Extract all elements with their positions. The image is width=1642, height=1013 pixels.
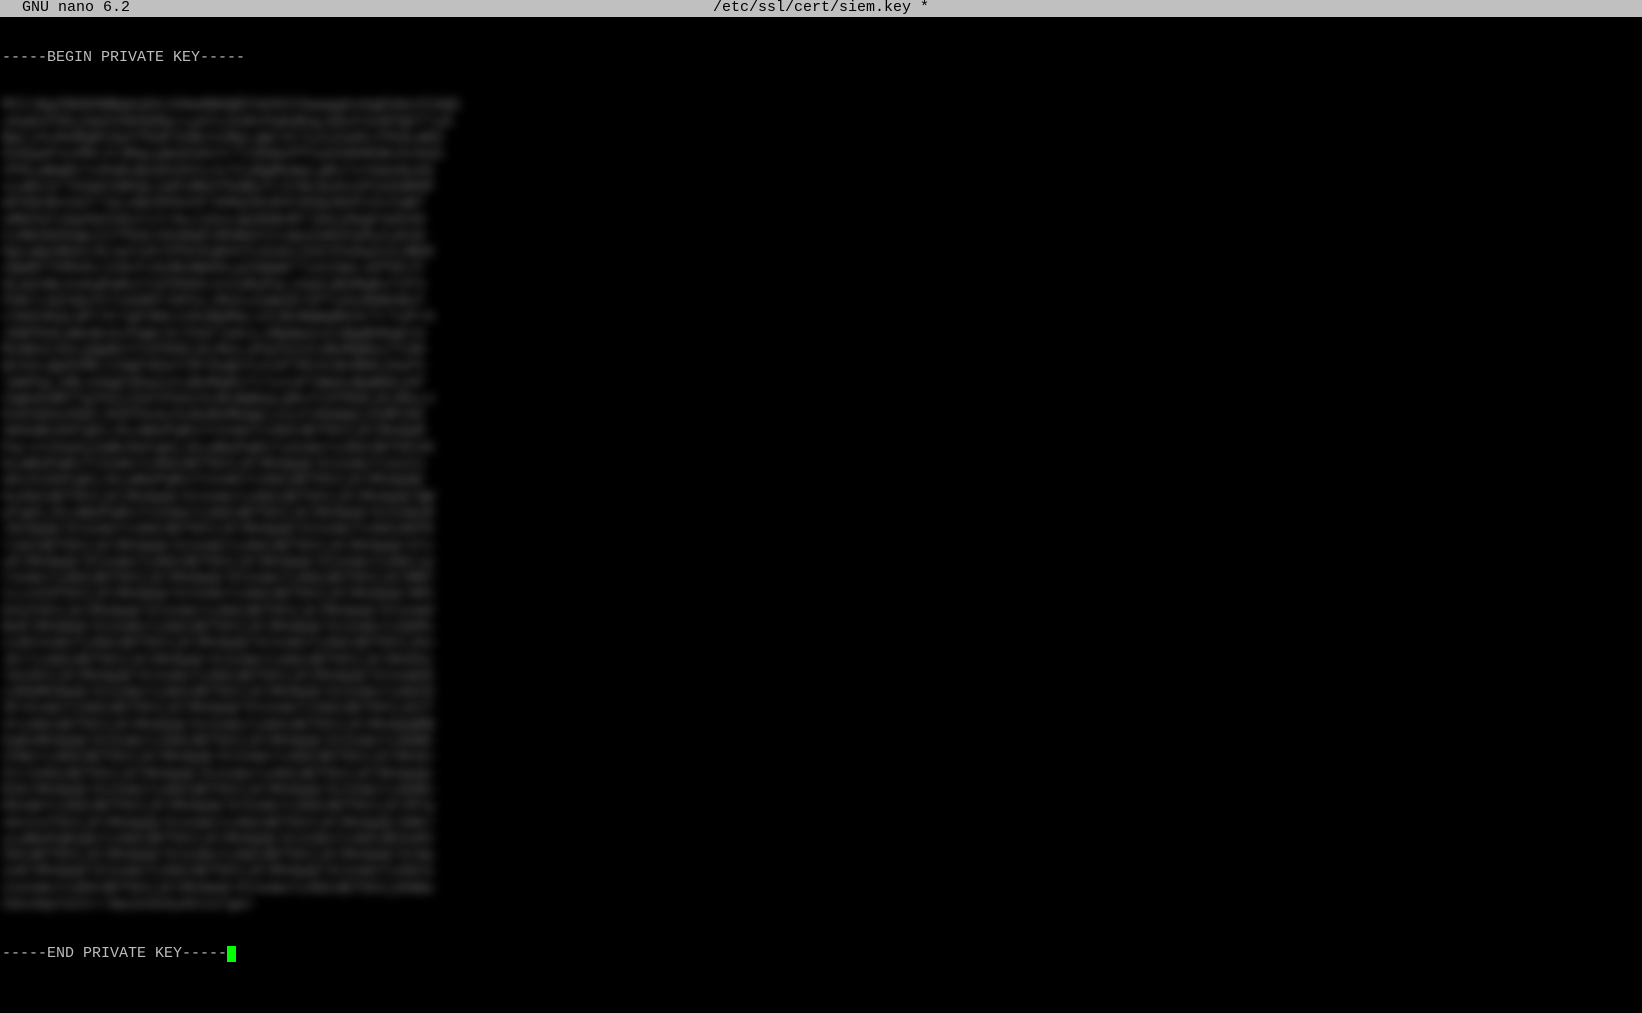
file-path: /etc/ssl/cert/siem.key * [713,0,929,16]
key-line: l1bCdEfGhIjKlMnOpQrStUvWxYzAbCdEfGhIjKlM… [2,539,1640,555]
key-line: JKlYzAbCdEfGhIjKlMnOpQrStUvWxYzAbCdEfGhI… [2,653,1640,669]
key-line: 4YzAbCdEfGhIjKlMnOpQrStUvWxYzAbCdEfGhIjK… [2,718,1640,734]
key-body: MIIJQgIBADANBgkqhkiG9w0BAQEFAASCCSwwggko… [2,98,1640,913]
key-line: JONfKdLmNzBvXcPqWrStYhGfJeKiLoMpNaZxCvBg… [2,327,1640,343]
key-line: eFgHiJkLmNoPqRsTtUvWxYzAbCdEfGhIjKlMnOpQ… [2,506,1640,522]
key-line: MIIJQgIBADANBgkqhkiG9w0BAQEFAASCCSwwggko… [2,98,1640,114]
key-line: 3FxhvWxYzAbCdEfGhIjKlMnOpQrStUvWxYzAbCdE… [2,701,1640,717]
app-name: GNU nano 6.2 [4,0,130,16]
key-line: lKnOpQrStUvWxYzAbCdEfGhIjKlMnOpQrStUvWxY… [2,522,1640,538]
key-line: 4mXaBcDeFgHiJkLmNoPqRsYtUvWxYzAbCdEfGhIj… [2,424,1640,440]
key-line: HzAbCdEfGhIjKlMnOpQrStUvWxYzAbCdEfGhIjKl… [2,490,1640,506]
key-line: nMkPqTxGwVbZnDcFsYrHuJiKoL0p9O8nM7lK6jH5… [2,213,1640,229]
key-line: 9LmZnBcXvKqPwRsYtGfDhEkJnIoMuPaLzXwCvBnM… [2,278,1640,294]
key-line: WzXeLQpOnMkJiHgFdSaYtRrEwQnYuIoPlMzXcBvN… [2,359,1640,375]
key-line: vLmDcXrTkGpFeNhQzJwPxMbVfKdBsYrZtNc0uG1o… [2,180,1640,196]
key-line: 6xEVmXnZbQlJhGfDsAzXcWvBnMkQpLoIuYtReWqC… [2,408,1640,424]
key-line: CzNbVmXkQwJsYfKdLhGnRqPzMnBaVtCxWsZeRoFp… [2,229,1640,245]
key-line: 5qKoMnOpQrStUvWxYzAbCdEfGhIjKlMnOpQrStUv… [2,734,1640,750]
editor-area[interactable]: -----BEGIN PRIVATE KEY----- MIIJQgIBADAN… [0,17,1642,979]
key-line: 3fKLmNqRtYxPwDvBsGhZkFeJn7CvBgMnHpLqRxTs… [2,164,1640,180]
key-line: FbKrLmZnQxVtYsGdHfJkPoLiMuCxZaWsErDfTyGv… [2,294,1640,310]
key-line: oQwRtYhMxKvJzDcFsGnBvNmXkLpZaQwErTyUiOpL… [2,261,1640,277]
end-marker: -----END PRIVATE KEY----- [2,946,227,962]
key-line: rUvWxYzAbCdEfGhIjKlMnOpQrStUvWxYzAbCdEfG… [2,571,1640,587]
key-line: PqrstUVwXyZaBcDeFgHiJkLmNoPqRsTuUvWxYzAb… [2,441,1640,457]
key-line: DGxWnYzAbCdEfGhIjKlMnOpQrStUvWxYzAbCdEfG… [2,799,1640,815]
begin-marker: -----BEGIN PRIVATE KEY----- [2,50,1640,66]
key-line: 2qWsEdRfTgYhUjIkOlPaSzXcBvNmKqLwRsYtGfDh… [2,392,1640,408]
key-line: NoKlMnOpQrStUvWxYzAbCdEfGhIjKlMnOpQrStUv… [2,620,1640,636]
key-line: RIKlMnOpQrStUvWxYzAbCdEfGhIjKlMnOpQrStUv… [2,783,1640,799]
key-line: 2bCdEfGhIjKlMnOpQrStUvWxYzAbCdEfGhIjKlMn… [2,848,1640,864]
key-line: OpLmQzNbXcVkJwYsHrGfDtEqR4tFyGuHjIkOlPaS… [2,245,1640,261]
key-line: lmKPqLiMkJnHgFdSaZxCvBnMqRsTtYuIoPlNmXcB… [2,376,1640,392]
key-line: yKlMnOpQrStUvWxYzAbCdEfGhIjKlMnOpQrStUvW… [2,555,1640,571]
end-marker-line: -----END PRIVATE KEY----- [2,946,1640,962]
key-line: l0zGhIjKlMnOpQrStUvWxYzAbCdEfGhIjKlMnOpQ… [2,669,1640,685]
key-line: 1xNtUvWxYzAbCdEfGhIjKlMnOpQrStUvWxYzAbCd… [2,636,1640,652]
key-line: cXKbMnOpQrStUvWxYzAbCdEfGhIjKlMnOpQrStUv… [2,685,1640,701]
key-line: BpLzXvHnMqRtGwYfKdF3nBcVxMpLqWrStYuIoZaG… [2,131,1640,147]
key-line: 5YrS4bCdEfGhIjKlMnOpQrStUvWxYzAbCdEfGhIj… [2,767,1640,783]
key-line: 2VWxYzAbCdEfGhIjKlMnOpQrStUvWxYzAbCdEfGh… [2,750,1640,766]
key-line: 2sUvWxYzAbCdEfGhIjKlMnOpQrStUvWxYzAbCdEf… [2,881,1640,897]
key-line: MzNbVcXkLpQwRsYtGfDhEjKiMoLuPaChZxCvBnMq… [2,343,1640,359]
key-line: oKxCefGhIjKlMnOpQrStUvWxYzAbCdEfGhIjKlMn… [2,816,1640,832]
titlebar: GNU nano 6.2 /etc/ssl/cert/siem.key * [0,0,1642,17]
cursor [227,946,236,962]
key-line: bXyFGhIjKlMnOpQrStUvWxYzAbCdEfGhIjKlMnOp… [2,604,1640,620]
key-line: yLmNoPqRsWxYzAbCdEfGhIjKlMnOpQrStUvWxYzA… [2,832,1640,848]
key-line: seKlMnOpQrStUvWxYzAbCdEfGhIjKlMnOpQrStUv… [2,864,1640,880]
key-line: CmxobpYaIn+/mwikdsAyACvurgw= [2,897,1640,913]
key-line: bLmNoPqRsTtUvWxYzAbCdEfGhIjKlMnOpQrStUvW… [2,457,1640,473]
key-line: cKqOvF0AjXmZVXKhEMq+LpXYs3nRtPwKdKqLm9xF… [2,115,1640,131]
key-line: 9zKpwFnxXMvJt3RqLpWxDsKnYrTzGbQvPfCaZeHk… [2,147,1640,163]
key-line: IzjnCDfGhIjKlMnOpQrStUvWxYzAbCdEfGhIjKlM… [2,587,1640,603]
key-line: mFkNzBxVqYrTpLeWcDhGnSfJkMaZ8xR4tGhQvNoP… [2,196,1640,212]
key-line: cVmXnKqLwPrStYgFdHeJzKoNpMaLxZcBvNmWqReS… [2,310,1640,326]
key-line: aKzXcDeFgHiJkLmNoPqRsYtUvWxYzAbCdEfGhIjK… [2,473,1640,489]
